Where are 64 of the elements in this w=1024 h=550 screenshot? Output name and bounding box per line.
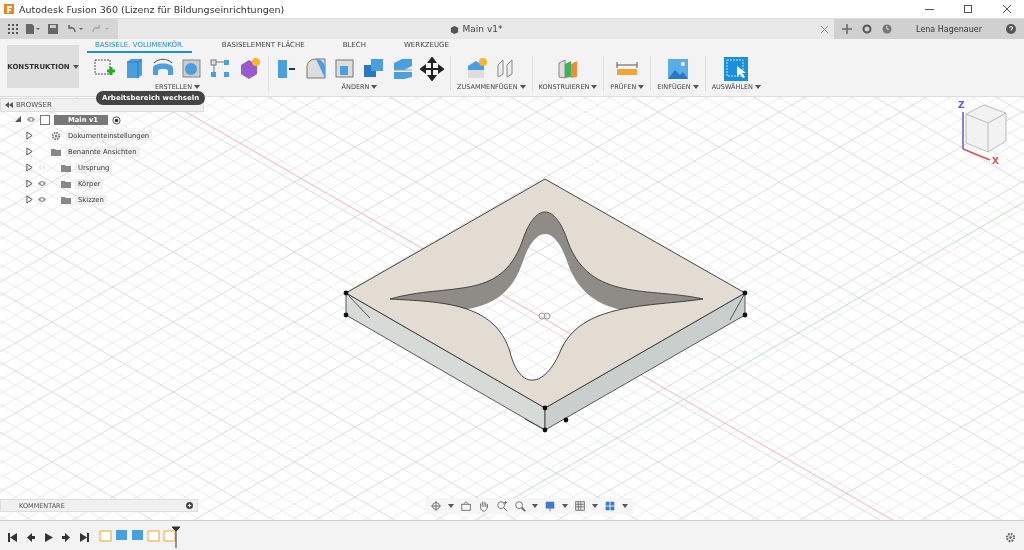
component-icon: [40, 115, 50, 125]
collapse-icon[interactable]: [5, 102, 13, 108]
eye-icon[interactable]: [37, 179, 47, 187]
image-icon[interactable]: [665, 57, 690, 81]
caret-icon: [592, 504, 598, 508]
cube-icon: [449, 24, 459, 34]
settings-icon[interactable]: [1005, 531, 1016, 543]
plus-icon[interactable]: [842, 24, 853, 34]
window-title: Autodesk Fusion 360 (Lizenz für Bildungseinrichtungen): [19, 3, 286, 15]
monitor-icon[interactable]: [544, 500, 556, 512]
refresh-icon[interactable]: [862, 24, 873, 34]
caret-icon: [371, 85, 378, 89]
user-name[interactable]: Lena Hagenauer: [916, 24, 982, 34]
grid-icon[interactable]: [574, 500, 586, 512]
caret-icon: [755, 85, 761, 89]
caret-icon: [448, 504, 454, 508]
viewports-icon[interactable]: [604, 500, 616, 512]
axis-label: X: [992, 157, 999, 166]
eye-icon[interactable]: [37, 195, 47, 203]
undo-icon[interactable]: [66, 24, 84, 34]
pan-icon[interactable]: [478, 500, 490, 512]
expanded-icon[interactable]: [14, 115, 22, 123]
timeline-features-drawing[interactable]: [98, 526, 182, 548]
skip-end-icon[interactable]: [80, 532, 89, 542]
radio-icon[interactable]: [112, 115, 122, 125]
fillet-icon[interactable]: [304, 57, 328, 81]
caret-icon: [591, 85, 598, 89]
clock-icon[interactable]: [882, 24, 893, 34]
caret-icon: [562, 504, 568, 508]
caret-icon: [72, 64, 79, 69]
file-icon[interactable]: [26, 24, 40, 34]
plate-drawing[interactable]: [343, 178, 748, 433]
apps-grid-icon[interactable]: [8, 24, 18, 34]
orbit-icon[interactable]: [430, 500, 442, 512]
eye-icon[interactable]: [26, 115, 36, 123]
gear-icon: [51, 131, 61, 141]
skip-start-icon[interactable]: [8, 532, 17, 542]
caret-icon: [692, 85, 699, 89]
caret-icon: [622, 504, 628, 508]
add-icon[interactable]: [186, 502, 193, 509]
caret-icon: [532, 504, 538, 508]
select-icon[interactable]: [724, 57, 749, 81]
save-icon[interactable]: [48, 24, 58, 34]
z-axis-line: [962, 111, 964, 150]
zoom-icon[interactable]: [496, 500, 508, 512]
move-icon[interactable]: [420, 57, 444, 81]
document-tab[interactable]: Main v1*: [462, 24, 503, 34]
step-back-icon[interactable]: [26, 532, 35, 542]
help-icon[interactable]: [1006, 24, 1016, 34]
form-icon[interactable]: [238, 57, 262, 81]
shell-icon[interactable]: [333, 57, 357, 81]
plane-icon[interactable]: [555, 57, 580, 81]
search-icon[interactable]: [514, 500, 526, 512]
caret-icon: [638, 85, 645, 89]
play-icon[interactable]: [44, 532, 53, 542]
split-icon[interactable]: [391, 57, 415, 81]
caret-icon: [519, 85, 526, 89]
look-at-icon[interactable]: [460, 500, 472, 512]
app-logo-icon: [4, 4, 14, 14]
caret-icon: [194, 85, 200, 89]
hole-icon[interactable]: [180, 57, 204, 81]
axis-label: Z: [958, 101, 965, 110]
origin-icon: [538, 312, 551, 320]
step-forward-icon[interactable]: [62, 532, 71, 542]
